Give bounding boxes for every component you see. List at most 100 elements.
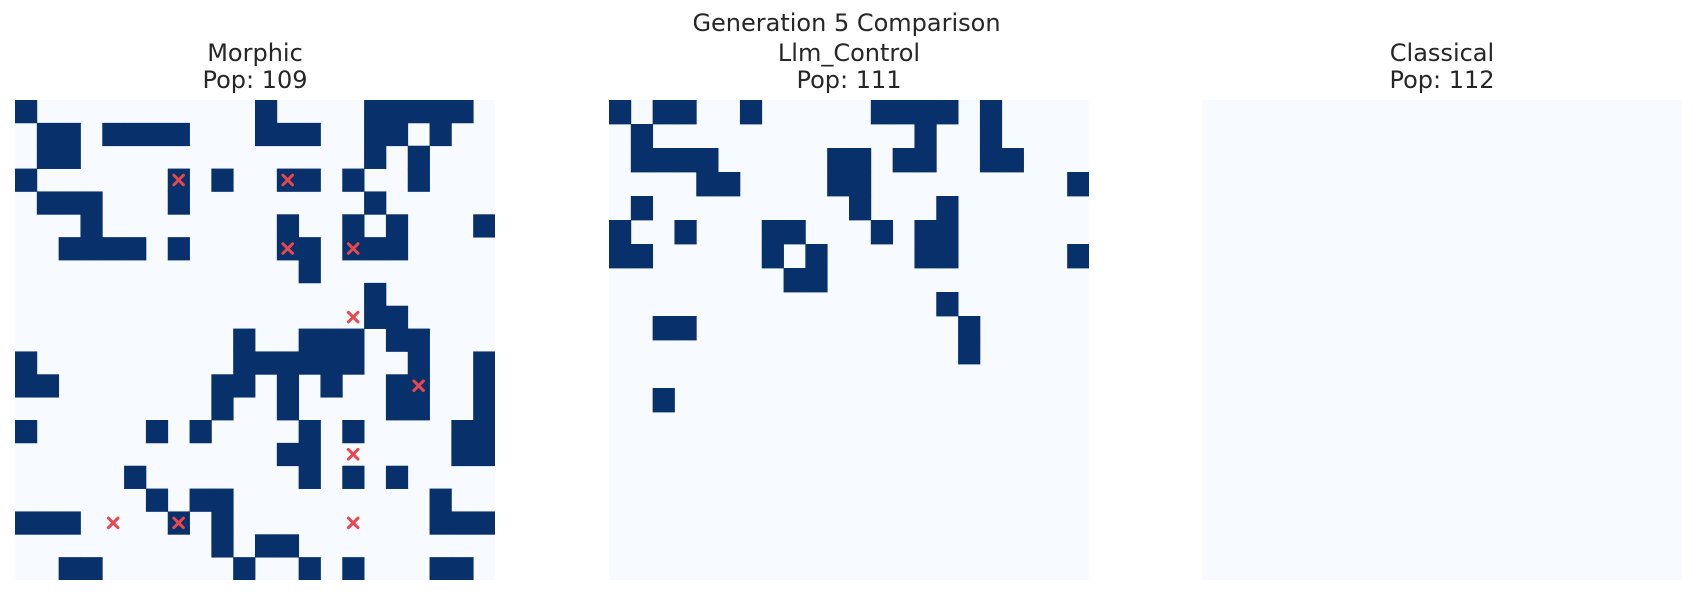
heatmap-cell-alive (914, 124, 937, 149)
heatmap-cell-alive (298, 122, 321, 147)
heatmap-cell-alive (652, 100, 675, 125)
heatmap-cell-alive (451, 442, 474, 467)
heatmap-cell-alive (385, 374, 409, 398)
heatmap-cell-alive (979, 148, 1003, 173)
heatmap-cell-alive (674, 148, 697, 173)
heatmap-cell-alive (36, 122, 60, 147)
heatmap-cell-alive (936, 292, 959, 317)
heatmap-cell-alive (609, 220, 632, 245)
heatmap-cell-alive (102, 122, 125, 147)
heatmap-cell-alive (58, 145, 81, 169)
heatmap-cell-alive (936, 196, 959, 221)
heatmap-cell-alive (936, 100, 959, 125)
heatmap-cell-alive (739, 100, 763, 125)
heatmap-cell-alive (255, 122, 278, 147)
heatmap-cell-alive (298, 557, 321, 580)
heatmap-cell-alive (385, 305, 409, 329)
heatmap-cell-alive (276, 442, 300, 467)
heatmap-cell-alive (364, 305, 387, 329)
heatmap-cell-alive (211, 511, 234, 535)
heatmap-cell-alive (761, 220, 784, 245)
heatmap-cell-alive (36, 511, 60, 535)
heatmap-cell-alive (189, 420, 212, 444)
heatmap-cell-alive (385, 328, 409, 352)
heatmap-cell-alive (342, 214, 365, 238)
heatmap-background (1202, 100, 1682, 580)
heatmap-cell-alive (342, 465, 365, 489)
heatmap-cell-alive (364, 282, 387, 307)
heatmap-cell-alive (451, 100, 474, 124)
heatmap-cell-alive (652, 388, 675, 413)
heatmap-cell-alive (167, 122, 190, 147)
panel-title-line2: Pop: 112 (1389, 66, 1495, 94)
heatmap-cell-alive (298, 442, 321, 467)
panel-title-line2: Pop: 111 (796, 66, 902, 94)
heatmap-cell-alive (211, 534, 234, 558)
heatmap-cell-alive (298, 168, 321, 192)
heatmap-cell-alive (233, 557, 256, 580)
heatmap-cell-alive (145, 488, 169, 512)
heatmap-cell-alive (652, 148, 675, 173)
heatmap-cell-alive (364, 237, 387, 261)
heatmap-cell-alive (385, 465, 409, 489)
heatmap-llm-control (609, 100, 1089, 580)
heatmap-cell-alive (936, 220, 959, 245)
heatmap-cell-alive (385, 100, 409, 124)
heatmap-cell-alive (407, 168, 430, 192)
panel-title-line1: Llm_Control (777, 39, 921, 67)
heatmap-morphic (15, 100, 495, 580)
heatmap-cell-alive (674, 316, 697, 341)
heatmap-cell-alive (276, 534, 300, 558)
heatmap-cell-alive (914, 244, 937, 269)
heatmap-cell-alive (429, 511, 452, 535)
heatmap-cell-alive (870, 100, 894, 125)
heatmap-cell-alive (80, 214, 103, 238)
heatmap-cell-alive (429, 557, 452, 580)
heatmap-cell-alive (80, 557, 103, 580)
heatmap-cell-alive (385, 397, 409, 421)
heatmap-classical (1202, 100, 1682, 580)
heatmap-cell-alive (364, 100, 387, 124)
heatmap-cell-alive (298, 420, 321, 444)
heatmap-cell-alive (124, 122, 147, 147)
heatmap-cell-alive (652, 316, 675, 341)
heatmap-cell-alive (364, 191, 387, 215)
heatmap-cell-alive (320, 351, 343, 375)
heatmap-cell-alive (958, 340, 981, 365)
heatmap-cell-alive (189, 488, 212, 512)
heatmap-cell-alive (233, 374, 256, 398)
heatmap-cell-alive (473, 374, 495, 398)
heatmap-cell-alive (145, 122, 169, 147)
heatmap-cell-alive (696, 172, 719, 197)
heatmap-cell-alive (609, 100, 632, 125)
heatmap-cell-alive (276, 214, 300, 238)
heatmap-cell-alive (276, 374, 300, 398)
heatmap-cell-alive (233, 328, 256, 352)
heatmap-cell-alive (58, 237, 81, 261)
heatmap-cell-alive (36, 145, 60, 169)
heatmap-cell-alive (914, 100, 937, 125)
heatmap-cell-alive (211, 488, 234, 512)
heatmap-cell-alive (342, 420, 365, 444)
heatmap-cell-alive (36, 374, 60, 398)
panel-classical: Classical Pop: 112 (1202, 40, 1682, 580)
heatmap-cell-alive (718, 172, 741, 197)
heatmap-cell-alive (1067, 244, 1089, 269)
heatmap-cell-alive (609, 244, 632, 269)
heatmap-cell-alive (1067, 172, 1089, 197)
heatmap-cell-alive (124, 465, 147, 489)
heatmap-cell-alive (320, 374, 343, 398)
heatmap-cell-alive (696, 148, 719, 173)
heatmap-cell-alive (761, 244, 784, 269)
heatmap-cell-alive (15, 374, 38, 398)
heatmap-cell-alive (364, 145, 387, 169)
heatmap-cell-alive (255, 534, 278, 558)
heatmap-cell-alive (320, 328, 343, 352)
heatmap-cell-alive (167, 191, 190, 215)
heatmap-cell-alive (342, 168, 365, 192)
heatmap-cell-alive (342, 328, 365, 352)
heatmap-cell-alive (233, 351, 256, 375)
heatmap-cell-alive (364, 122, 387, 147)
heatmap-cell-alive (892, 148, 915, 173)
heatmap-cell-alive (892, 100, 915, 125)
